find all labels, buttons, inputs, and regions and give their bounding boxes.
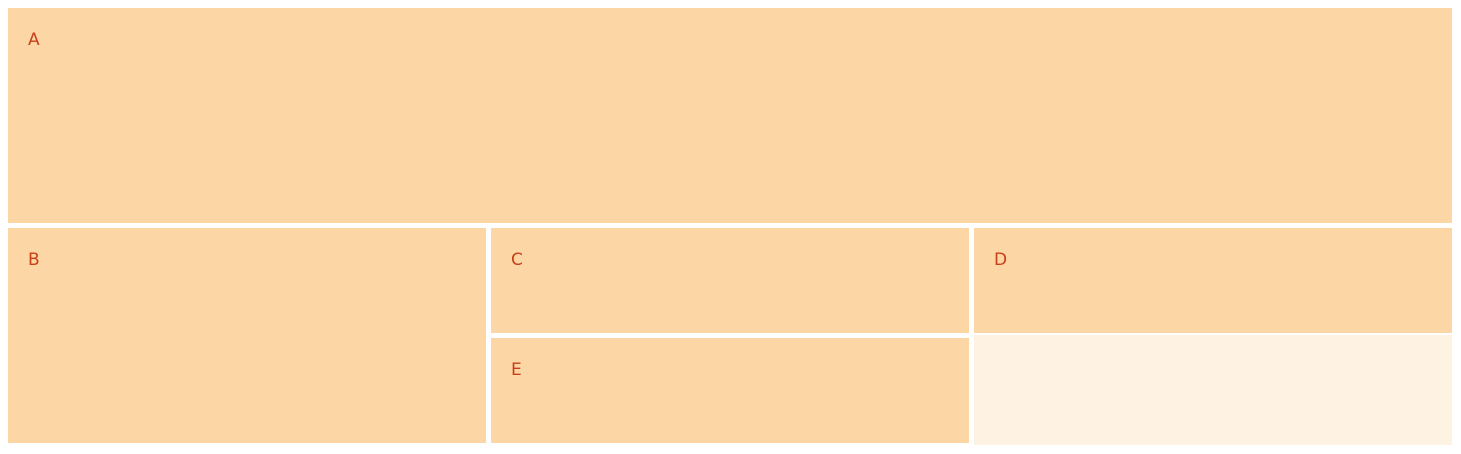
cell-b-label: B <box>28 250 40 270</box>
grid-cell-a: A <box>8 8 1452 223</box>
grid-layout: A B C D E <box>8 8 1452 445</box>
grid-cell-e: E <box>491 338 969 443</box>
cell-c-label: C <box>511 250 523 270</box>
cell-e-label: E <box>511 360 522 380</box>
grid-cell-d: D <box>974 228 1452 333</box>
empty-grid-area <box>974 335 1452 445</box>
grid-cell-b: B <box>8 228 486 443</box>
grid-cell-c: C <box>491 228 969 333</box>
cell-a-label: A <box>28 30 40 50</box>
cell-d-label: D <box>994 250 1008 270</box>
